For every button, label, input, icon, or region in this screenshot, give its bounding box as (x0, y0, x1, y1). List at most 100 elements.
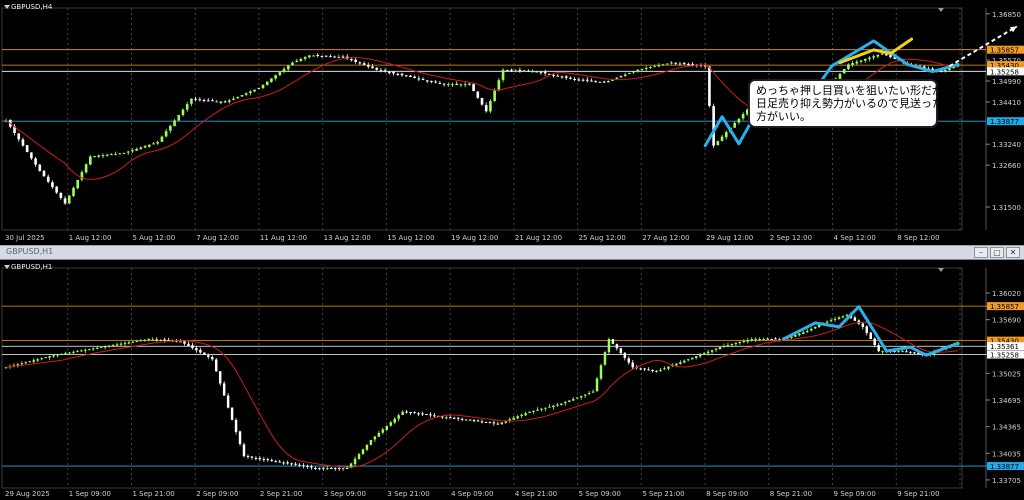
x-tick-label: 15 Aug 12:00 (387, 234, 434, 242)
candle-body (531, 71, 534, 73)
h1-chart-title: GBPUSD,H1 (11, 263, 53, 271)
candle-body (381, 429, 385, 433)
candle-body (60, 353, 63, 355)
candle-body (294, 463, 297, 465)
candle-body (371, 66, 374, 69)
candle-body (579, 396, 583, 398)
candle-body (631, 362, 634, 368)
candle-body (179, 341, 182, 343)
candle-body (607, 339, 611, 353)
candle-body (131, 341, 135, 343)
candle-body (127, 342, 131, 344)
candle-body (369, 439, 373, 445)
candle-body (712, 106, 715, 146)
candle-body (413, 412, 416, 414)
candle-body (560, 403, 563, 405)
candle-body (362, 63, 366, 66)
candle-body (876, 54, 880, 57)
candle-body (524, 413, 527, 416)
candle-body (572, 399, 575, 401)
candle-body (778, 339, 781, 341)
price-level-label: 1.35258 (990, 352, 1019, 360)
candle-body (257, 87, 261, 90)
candle-body (274, 461, 277, 463)
x-tick-label: 21 Aug 12:00 (515, 234, 562, 242)
candle-body (240, 95, 244, 97)
candle-body (68, 352, 71, 354)
candle-body (794, 334, 797, 337)
candle-body (114, 153, 117, 155)
candle-body (425, 414, 428, 416)
candle-body (214, 359, 218, 372)
candle-body (667, 366, 670, 369)
candle-body (417, 78, 421, 80)
candle-body (215, 101, 218, 103)
candle-body (510, 69, 513, 71)
candle-body (28, 361, 32, 363)
candle-body (324, 55, 328, 57)
x-tick-label: 4 Sep 21:00 (515, 490, 557, 498)
candle-body (829, 320, 833, 322)
x-tick-label: 8 Sep 21:00 (770, 490, 812, 498)
maximize-button[interactable]: ▢ (990, 247, 1004, 258)
candle-body (253, 89, 256, 92)
candle-body (484, 105, 488, 112)
candle-body (63, 198, 67, 204)
h1-window-titlebar[interactable]: GBPUSD,H1 – ▢ ✕ (0, 245, 1024, 260)
candle-body (234, 419, 238, 432)
candle-body (733, 123, 736, 128)
candle-body (447, 84, 450, 86)
candle-body (385, 425, 389, 430)
minimize-button[interactable]: – (974, 247, 988, 258)
candle-body (89, 156, 92, 165)
annotation-line-2: 日足売り抑え勢力がいるので見送った (756, 97, 943, 110)
candle-body (476, 420, 480, 422)
chart-menu-icon[interactable] (4, 5, 10, 9)
candle-body (429, 414, 432, 416)
candle-body (806, 330, 809, 333)
candle-body (607, 80, 610, 83)
h1-chart-pane[interactable]: 29 Aug 2025 1 Sep 09:00 1 Sep 21:00 2 Sep 0… (0, 260, 1024, 500)
candle-body (889, 55, 892, 58)
candle-body (48, 356, 51, 358)
candle-body (433, 415, 436, 417)
candle-body (242, 444, 246, 457)
chart-menu-icon[interactable] (4, 265, 10, 269)
candle-body (421, 78, 425, 80)
y-tick-label: 1.33240 (992, 141, 1021, 149)
candle-body (682, 62, 686, 64)
close-button[interactable]: ✕ (1006, 247, 1020, 258)
candle-body (262, 459, 266, 461)
h4-chart-pane[interactable]: 30 Jul 2025 1 Aug 12:00 5 Aug 12:00 7 Aug 1… (0, 0, 1024, 245)
candle-body (72, 351, 75, 353)
candle-body (290, 463, 293, 465)
candle-body (445, 417, 448, 419)
candle-body (322, 467, 325, 469)
candle-body (42, 170, 46, 177)
cyan-wave-drawing (782, 305, 960, 357)
candle-body (159, 339, 162, 341)
candle-body (587, 393, 591, 395)
candle-body (527, 70, 530, 72)
candle-body (619, 348, 623, 354)
candle-body (536, 409, 539, 411)
candle-body (468, 83, 471, 85)
candle-body (569, 77, 572, 79)
candle-body (103, 346, 107, 348)
candle-body (55, 186, 58, 193)
candle-body (393, 418, 396, 423)
candle-body (105, 154, 109, 156)
h1-chart-svg[interactable]: 29 Aug 2025 1 Sep 09:00 1 Sep 21:00 2 Sep 0… (0, 260, 1024, 500)
candle-body (329, 56, 332, 58)
candle-body (44, 357, 47, 359)
candle-body (845, 314, 849, 316)
candle-body (32, 360, 35, 362)
candle-body (708, 66, 711, 106)
candle-body (813, 326, 817, 329)
candle-body (564, 402, 567, 404)
candle-body (119, 343, 123, 345)
candle-body (222, 383, 226, 396)
candle-body (583, 394, 587, 396)
candle-body (318, 468, 321, 470)
candle-body (855, 61, 859, 64)
